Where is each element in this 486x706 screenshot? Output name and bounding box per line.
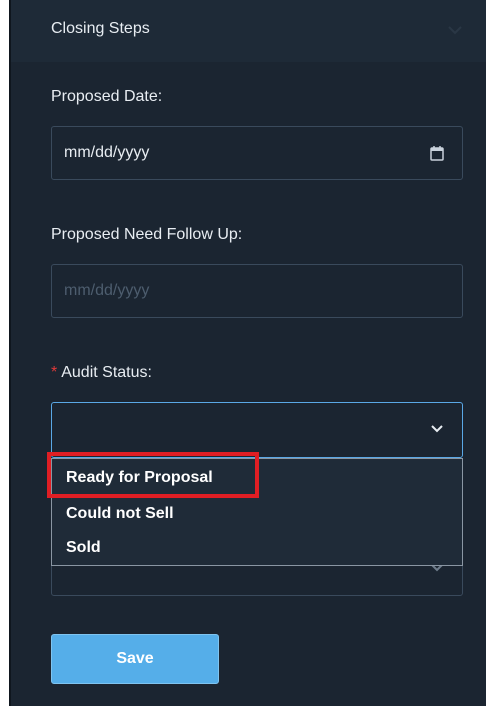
proposed-date-value: mm/dd/yyyy [64,144,150,161]
audit-status-select[interactable] [51,402,463,458]
section-title: Closing Steps [51,20,150,37]
proposed-date-input[interactable]: mm/dd/yyyy [51,126,463,180]
section-header[interactable]: Closing Steps [11,0,486,62]
option-could-not-sell[interactable]: Could not Sell [66,505,174,523]
proposed-follow-up-placeholder: mm/dd/yyyy [64,282,150,299]
required-marker: * [51,364,58,381]
chevron-down-icon [431,425,443,433]
proposed-follow-up-label: Proposed Need Follow Up: [51,226,243,243]
option-sold[interactable]: Sold [66,539,101,557]
audit-status-label-text: Audit Status: [61,364,152,381]
chevron-down-icon[interactable] [447,24,463,36]
save-button[interactable]: Save [51,634,219,684]
proposed-follow-up-input[interactable]: mm/dd/yyyy [51,264,463,318]
highlight-box [47,452,259,498]
audit-status-label: * Audit Status: [51,364,152,382]
closing-steps-panel: Closing Steps Proposed Date: mm/dd/yyyy … [9,0,486,706]
proposed-date-label: Proposed Date: [51,88,163,105]
calendar-icon[interactable] [430,145,444,161]
